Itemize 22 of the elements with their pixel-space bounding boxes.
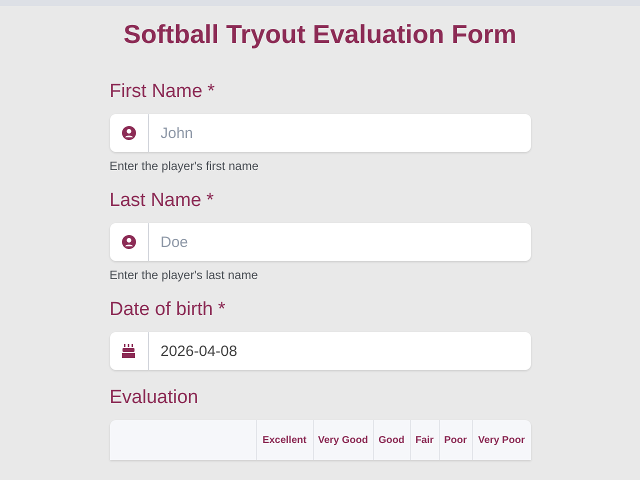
field-label: Date of birth: [110, 299, 213, 320]
user-icon: [122, 126, 136, 140]
column-header: Very Poor: [478, 434, 525, 446]
help-text: Enter the player's last name: [110, 268, 259, 282]
cake-icon: [122, 344, 135, 358]
text-field[interactable]: John: [148, 114, 530, 152]
text-field[interactable]: 2026-04-08: [148, 332, 530, 370]
column-header: Poor: [444, 434, 467, 446]
help-text: Enter the player's first name: [110, 159, 260, 173]
text-field[interactable]: Doe: [148, 223, 530, 261]
required-mark: *: [218, 299, 226, 320]
column-header: Good: [378, 434, 405, 446]
column-header: Fair: [415, 434, 434, 446]
field-label: First Name: [110, 81, 202, 102]
form-title: Softball Tryout Evaluation Form: [122, 18, 518, 50]
section-label: Evaluation: [110, 386, 200, 410]
column-header: Excellent: [262, 434, 306, 446]
required-mark: *: [207, 81, 215, 102]
column-header: Very Good: [318, 434, 368, 446]
required-mark: *: [206, 190, 214, 211]
user-icon: [122, 235, 136, 249]
field-label: Last Name: [110, 190, 202, 211]
